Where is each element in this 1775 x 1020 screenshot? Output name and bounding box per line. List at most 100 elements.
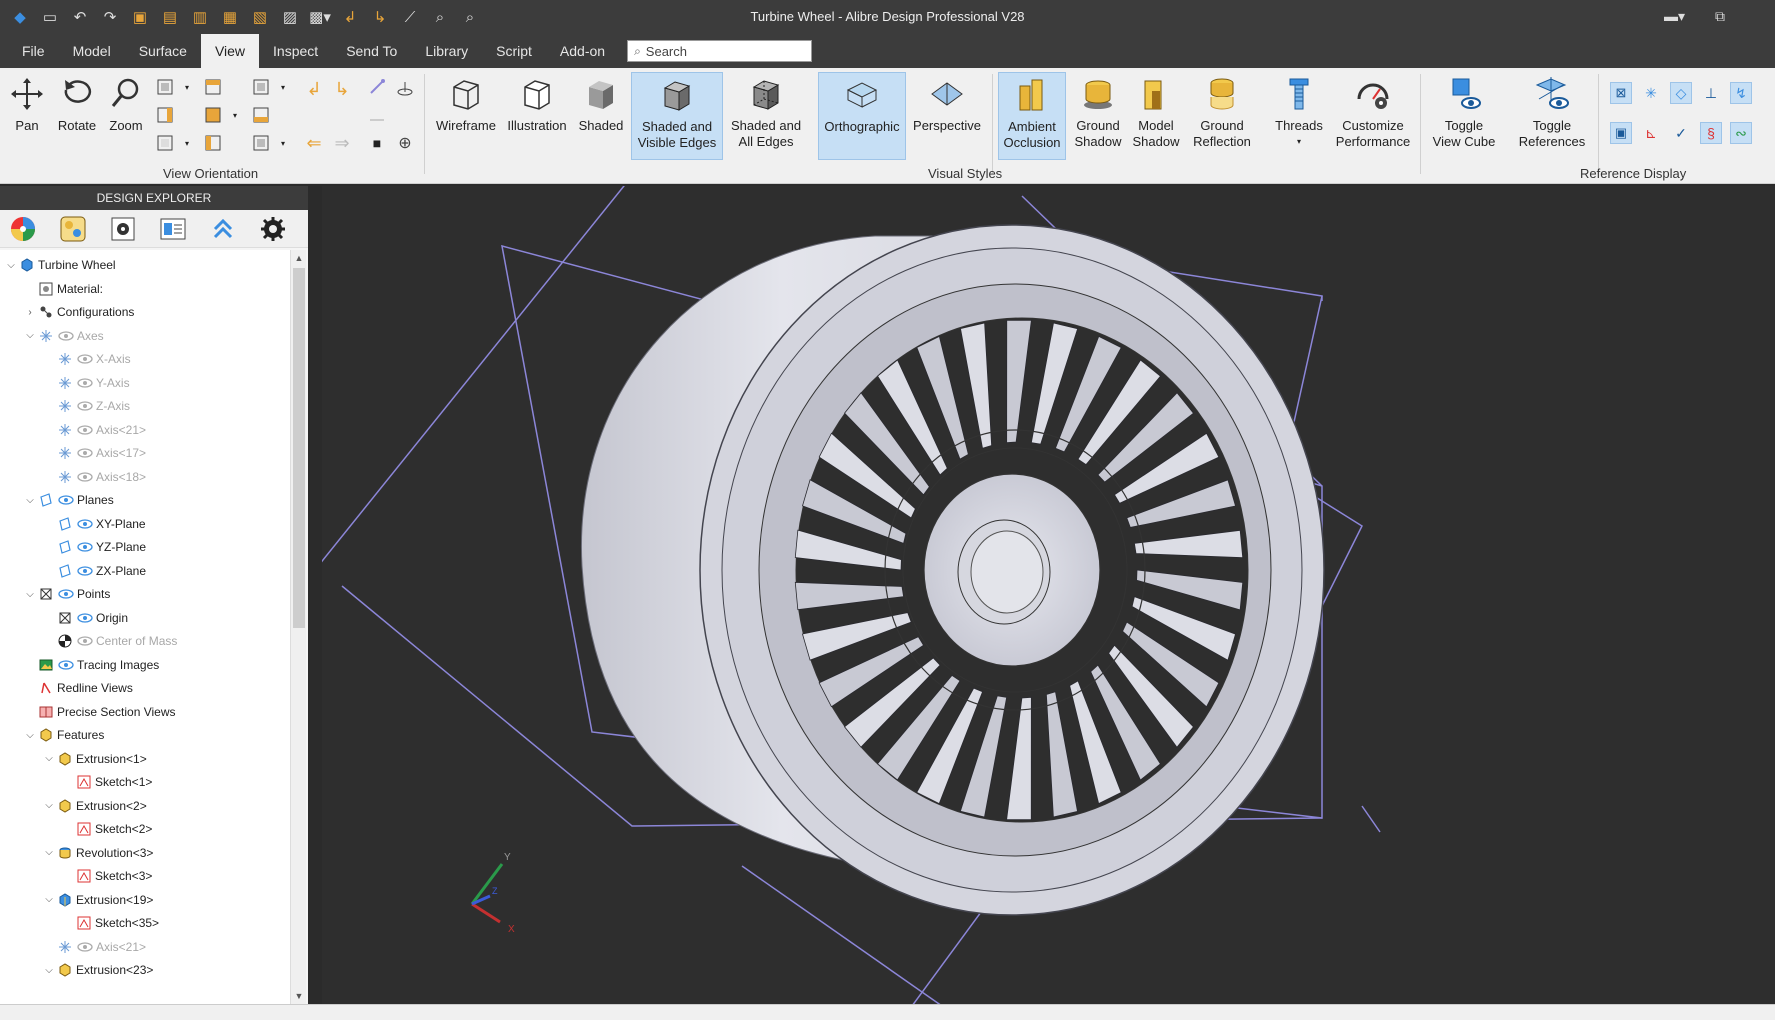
- tree-item[interactable]: ZX-Plane: [42, 560, 146, 582]
- visibility-eye-icon[interactable]: [76, 445, 94, 461]
- collapse-chevron-icon[interactable]: ⌵: [4, 260, 18, 271]
- ambient-occlusion-button[interactable]: Ambient Occlusion: [998, 72, 1066, 160]
- model-shadow-button[interactable]: Model Shadow: [1130, 72, 1182, 160]
- collapse-chevron-icon[interactable]: ⌵: [23, 330, 37, 341]
- menu-model[interactable]: Model: [59, 34, 125, 68]
- visibility-eye-icon[interactable]: [76, 516, 94, 532]
- tree-item[interactable]: ⌵ Extrusion<2>: [42, 795, 147, 817]
- menu-surface[interactable]: Surface: [125, 34, 201, 68]
- view-left-icon[interactable]: [202, 104, 224, 126]
- wireframe-button[interactable]: Wireframe: [432, 72, 500, 160]
- tree-item[interactable]: Center of Mass: [42, 630, 177, 652]
- tree-item[interactable]: Origin: [42, 607, 128, 629]
- pan-button[interactable]: Pan: [6, 72, 48, 160]
- scroll-thumb[interactable]: [293, 268, 305, 628]
- visibility-eye-icon[interactable]: [76, 351, 94, 367]
- tree-item[interactable]: X-Axis: [42, 348, 131, 370]
- tree-item[interactable]: Axis<18>: [42, 466, 146, 488]
- show-points-icon[interactable]: ⊠: [1610, 82, 1632, 104]
- ground-shadow-button[interactable]: Ground Shadow: [1068, 72, 1128, 160]
- tree-item[interactable]: Sketch<3>: [61, 865, 152, 887]
- tree-item[interactable]: Redline Views: [23, 677, 133, 699]
- visibility-eye-icon[interactable]: [76, 398, 94, 414]
- gear-icon[interactable]: [258, 214, 288, 244]
- visibility-eye-icon[interactable]: [76, 633, 94, 649]
- camera-icon[interactable]: ■: [366, 132, 388, 154]
- collapse-chevron-icon[interactable]: ⌵: [23, 495, 37, 506]
- rotate-left-icon[interactable]: ↲: [303, 78, 325, 100]
- menu-script[interactable]: Script: [482, 34, 546, 68]
- tree-item[interactable]: ⌵ Extrusion<23>: [42, 959, 153, 981]
- center-icon[interactable]: ⊕: [394, 132, 416, 154]
- tree-item[interactable]: Y-Axis: [42, 372, 130, 394]
- menu-file[interactable]: File: [8, 34, 59, 68]
- visibility-eye-icon[interactable]: [57, 657, 75, 673]
- tree-item[interactable]: ⌵ Extrusion<19>: [42, 889, 153, 911]
- collapse-chevron-icon[interactable]: ⌵: [42, 965, 56, 976]
- ground-reflection-button[interactable]: Ground Reflection: [1186, 72, 1258, 160]
- view-iso-icon[interactable]: [250, 76, 272, 98]
- shaded-visible-edges-button[interactable]: Shaded and Visible Edges: [631, 72, 723, 160]
- view-top-icon[interactable]: [202, 76, 224, 98]
- collapse-chevron-icon[interactable]: ⌵: [23, 730, 37, 741]
- tree-scrollbar[interactable]: ▲ ▼: [290, 250, 306, 1004]
- illustration-button[interactable]: Illustration: [502, 72, 572, 160]
- rotate-right-icon[interactable]: ↳: [331, 78, 353, 100]
- tree-item[interactable]: ⌵ Extrusion<1>: [42, 748, 147, 770]
- threads-dropdown-icon[interactable]: ▾: [1297, 134, 1301, 150]
- tree-item[interactable]: Axis<21>: [42, 936, 146, 958]
- collapse-chevron-icon[interactable]: ⌵: [42, 800, 56, 811]
- menu-view[interactable]: View: [200, 34, 260, 68]
- threads-button[interactable]: Threads ▾: [1270, 72, 1328, 160]
- shaded-all-edges-button[interactable]: Shaded and All Edges: [726, 72, 806, 160]
- visibility-eye-icon[interactable]: [57, 328, 75, 344]
- arrow-forward-icon[interactable]: ⇒: [331, 132, 353, 154]
- search-box[interactable]: ⌕ Search: [627, 40, 813, 62]
- dropdown-icon[interactable]: ▾: [272, 132, 294, 154]
- dropdown-icon[interactable]: ▾: [176, 132, 198, 154]
- view-front-icon[interactable]: [154, 76, 176, 98]
- tree-item[interactable]: › Configurations: [23, 301, 134, 323]
- model-canvas[interactable]: Y X Z: [322, 186, 1775, 1004]
- toggle-references-button[interactable]: Toggle References: [1512, 72, 1592, 160]
- menu-send-to[interactable]: Send To: [332, 34, 411, 68]
- visibility-eye-icon[interactable]: [76, 422, 94, 438]
- view-bottom-icon[interactable]: [154, 132, 176, 154]
- collapse-up-icon[interactable]: [208, 214, 238, 244]
- view-trimetric-icon[interactable]: [250, 132, 272, 154]
- toggle-view-cube-button[interactable]: Toggle View Cube: [1426, 72, 1502, 160]
- scroll-up-icon[interactable]: ▲: [291, 250, 307, 266]
- show-constraints-icon[interactable]: ✓: [1670, 122, 1692, 144]
- settings-gear-icon[interactable]: [108, 214, 138, 244]
- show-splines-icon[interactable]: ∾: [1730, 122, 1752, 144]
- view-back-icon[interactable]: [250, 104, 272, 126]
- scroll-down-icon[interactable]: ▼: [291, 988, 307, 1004]
- feature-tree-icon[interactable]: [58, 214, 88, 244]
- visibility-eye-icon[interactable]: [57, 586, 75, 602]
- visibility-eye-icon[interactable]: [76, 939, 94, 955]
- show-sketches-icon[interactable]: ↯: [1730, 82, 1752, 104]
- menu-add-on[interactable]: Add-on: [546, 34, 619, 68]
- normal-to-icon[interactable]: [366, 104, 388, 126]
- customize-performance-button[interactable]: Customize Performance: [1332, 72, 1414, 160]
- tree-item[interactable]: XY-Plane: [42, 513, 146, 535]
- visibility-eye-icon[interactable]: [76, 539, 94, 555]
- tree-item[interactable]: Material:: [23, 278, 103, 300]
- tree-item[interactable]: ⌵ Axes: [23, 325, 103, 347]
- show-planes-icon[interactable]: ◇: [1670, 82, 1692, 104]
- visibility-eye-icon[interactable]: [76, 563, 94, 579]
- turbine-wheel-model[interactable]: [580, 224, 1325, 916]
- visibility-eye-icon[interactable]: [76, 610, 94, 626]
- perspective-button[interactable]: Perspective: [908, 72, 986, 160]
- collapse-chevron-icon[interactable]: ⌵: [42, 894, 56, 905]
- tree-item[interactable]: Axis<17>: [42, 442, 146, 464]
- align-icon[interactable]: [366, 76, 388, 98]
- tree-item[interactable]: ⌵ Features: [23, 724, 104, 746]
- show-curves-icon[interactable]: §: [1700, 122, 1722, 144]
- visibility-eye-icon[interactable]: [57, 492, 75, 508]
- collapse-chevron-icon[interactable]: ⌵: [23, 589, 37, 600]
- tree-item[interactable]: Tracing Images: [23, 654, 159, 676]
- zoom-button[interactable]: Zoom: [104, 72, 148, 160]
- orthographic-button[interactable]: Orthographic: [818, 72, 906, 160]
- arrow-back-icon[interactable]: ⇐: [303, 132, 325, 154]
